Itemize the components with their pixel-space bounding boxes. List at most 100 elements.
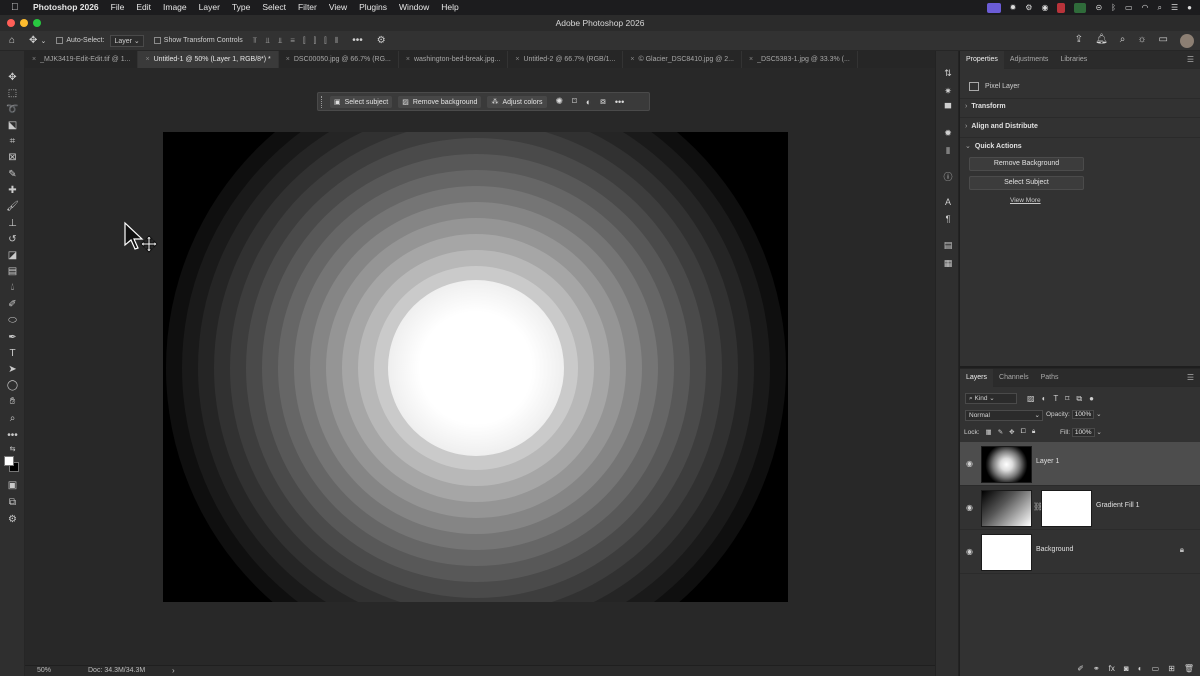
menu-app-name[interactable]: Photoshop 2026: [33, 0, 99, 15]
mask-icon[interactable]: ⧇: [600, 96, 606, 107]
screen-mode-icon[interactable]: ⧉: [6, 496, 19, 509]
opacity-value[interactable]: 100%: [1071, 410, 1095, 419]
filter-kind-dropdown[interactable]: ⌕ Kind ⌄: [965, 393, 1017, 404]
siri-icon[interactable]: ●: [1187, 3, 1192, 12]
sponge-tool-icon[interactable]: ⬭: [6, 314, 19, 327]
auto-select-dropdown[interactable]: Layer ⌄: [110, 34, 144, 47]
tab-layers[interactable]: Layers: [960, 368, 994, 387]
tab-channels[interactable]: Channels: [993, 369, 1035, 387]
link-layers-icon[interactable]: ⚭: [1093, 664, 1100, 673]
add-mask-icon[interactable]: ◙: [1124, 664, 1129, 673]
auto-select-checkbox[interactable]: [56, 37, 64, 44]
new-group-icon[interactable]: ▭: [1152, 664, 1160, 673]
eraser-tool-icon[interactable]: ◪: [6, 249, 19, 262]
swatches-icon[interactable]: ⫴: [942, 145, 954, 157]
transform-section-header[interactable]: › Transform: [965, 103, 1006, 110]
ellipse-tool-icon[interactable]: ◯: [6, 379, 19, 392]
select-subject-button[interactable]: ▣ Select subject: [330, 95, 393, 108]
layer-row-layer-1[interactable]: ◉ Layer 1: [960, 442, 1200, 486]
align-top-icon[interactable]: ⫪: [253, 36, 258, 46]
share-icon[interactable]: ⇪: [1075, 34, 1083, 48]
visibility-eye-icon[interactable]: ◉: [966, 503, 973, 512]
edit-toolbar-icon[interactable]: ⚙: [6, 513, 19, 526]
zoom-tool-icon[interactable]: ⌕: [6, 412, 19, 425]
adjustments-panel-icon[interactable]: ⇅: [942, 67, 954, 79]
notes-icon[interactable]: ▦: [942, 257, 954, 269]
ai-icon[interactable]: ✐: [1077, 664, 1084, 673]
trash-icon[interactable]: 🗑︎: [1184, 664, 1194, 673]
layer-name[interactable]: Background: [1036, 546, 1073, 553]
show-transform-checkbox[interactable]: [153, 37, 161, 44]
hand-tool-icon[interactable]: ✋︎: [6, 395, 19, 408]
adjustment-layer-icon[interactable]: ◐: [1138, 664, 1143, 673]
menu-filter[interactable]: Filter: [298, 0, 317, 15]
history-brush-tool-icon[interactable]: ↺: [6, 233, 19, 246]
more-tools-icon[interactable]: •••: [6, 429, 19, 442]
layer-name[interactable]: Layer 1: [1036, 458, 1059, 465]
tab-libraries[interactable]: Libraries: [1054, 51, 1093, 69]
layer-row-gradient-fill-1[interactable]: ◉ ⛓︎ Gradient Fill 1: [960, 486, 1200, 530]
layer-name[interactable]: Gradient Fill 1: [1096, 502, 1140, 509]
info-icon[interactable]: ⓘ: [942, 171, 954, 183]
lock-position-icon[interactable]: ✥: [1009, 428, 1014, 436]
avatar[interactable]: [1180, 34, 1194, 48]
tab-properties[interactable]: Properties: [960, 50, 1004, 69]
drag-handle[interactable]: [321, 95, 324, 108]
record-icon[interactable]: ◉: [1041, 3, 1048, 12]
filter-type-icon[interactable]: T: [1053, 394, 1058, 404]
tab-paths[interactable]: Paths: [1035, 369, 1065, 387]
more-icon[interactable]: •••: [615, 97, 624, 107]
chevron-down-icon[interactable]: ⌄: [40, 37, 46, 45]
search-icon[interactable]: ⌕: [1120, 34, 1126, 48]
apple-icon[interactable]: : [11, 0, 23, 15]
crop-tool-icon[interactable]: ⌗: [6, 135, 19, 148]
quick-mask-icon[interactable]: ▣: [6, 479, 19, 492]
tab-document[interactable]: × Untitled-2 @ 66.7% (RGB/1...: [508, 51, 624, 68]
adjustment-icon[interactable]: ◐: [586, 97, 591, 107]
paragraph-icon[interactable]: ¶: [942, 213, 954, 225]
menu-type[interactable]: Type: [232, 0, 250, 15]
lock-transparency-icon[interactable]: ▦: [986, 428, 992, 436]
menu-window[interactable]: Window: [399, 0, 429, 15]
lasso-tool-icon[interactable]: ➰: [6, 103, 19, 116]
menu-view[interactable]: View: [329, 0, 347, 15]
swap-colors-icon[interactable]: ⇆: [6, 443, 19, 456]
wifi-icon[interactable]: ◠: [1142, 3, 1149, 12]
view-more-link[interactable]: View More: [1010, 197, 1041, 204]
brush-tool-icon[interactable]: 🖌︎: [6, 200, 19, 213]
quick-actions-section-header[interactable]: ⌄ Quick Actions: [965, 142, 1022, 150]
filter-adjustment-icon[interactable]: ◐: [1042, 394, 1047, 404]
character-icon[interactable]: A: [942, 196, 954, 208]
tab-adjustments[interactable]: Adjustments: [1004, 51, 1055, 69]
marquee-tool-icon[interactable]: ⬚: [6, 87, 19, 100]
gear-icon[interactable]: ⚙: [377, 35, 386, 46]
gear-status-icon[interactable]: ⚙: [1025, 3, 1032, 12]
tab-document[interactable]: × DSC00050.jpg @ 66.7% (RG...: [279, 51, 399, 68]
blur-tool-icon[interactable]: 💧︎: [6, 281, 19, 294]
new-layer-icon[interactable]: ⊞: [1168, 664, 1175, 673]
workspace-icon[interactable]: ▭: [1159, 34, 1168, 48]
align-section-header[interactable]: › Align and Distribute: [965, 123, 1038, 130]
align-center-icon[interactable]: ⫿: [314, 36, 317, 46]
bluetooth-icon[interactable]: ᛒ: [1111, 3, 1116, 12]
filter-pixel-icon[interactable]: ▨: [1027, 394, 1035, 404]
menu-help[interactable]: Help: [441, 0, 458, 15]
light-panel-icon[interactable]: ✷: [942, 85, 954, 97]
blend-mode-dropdown[interactable]: Normal ⌄: [965, 410, 1043, 421]
menu-layer[interactable]: Layer: [199, 0, 220, 15]
layer-row-background[interactable]: ◉ Background 🔒︎: [960, 530, 1200, 574]
lock-image-icon[interactable]: ✎: [998, 428, 1003, 436]
panel-menu-icon[interactable]: ☰: [1187, 55, 1194, 64]
select-subject-quick-button[interactable]: Select Subject: [969, 176, 1084, 190]
fill-control[interactable]: Fill: 100% ⌄: [1060, 428, 1102, 437]
transform-icon[interactable]: ⌑: [572, 96, 577, 107]
panel-menu-icon[interactable]: ☰: [1187, 373, 1194, 382]
pen-tool-icon[interactable]: ✒: [6, 331, 19, 344]
move-tool-icon[interactable]: ✥: [6, 71, 19, 84]
visibility-eye-icon[interactable]: ◉: [966, 547, 973, 556]
bell-icon[interactable]: 🔔︎: [1095, 34, 1108, 48]
filter-shape-icon[interactable]: ⌑: [1065, 394, 1069, 404]
light-bulb-icon[interactable]: ☼: [1137, 34, 1146, 48]
app-red-icon[interactable]: [1057, 2, 1066, 13]
menu-image[interactable]: Image: [163, 0, 187, 15]
